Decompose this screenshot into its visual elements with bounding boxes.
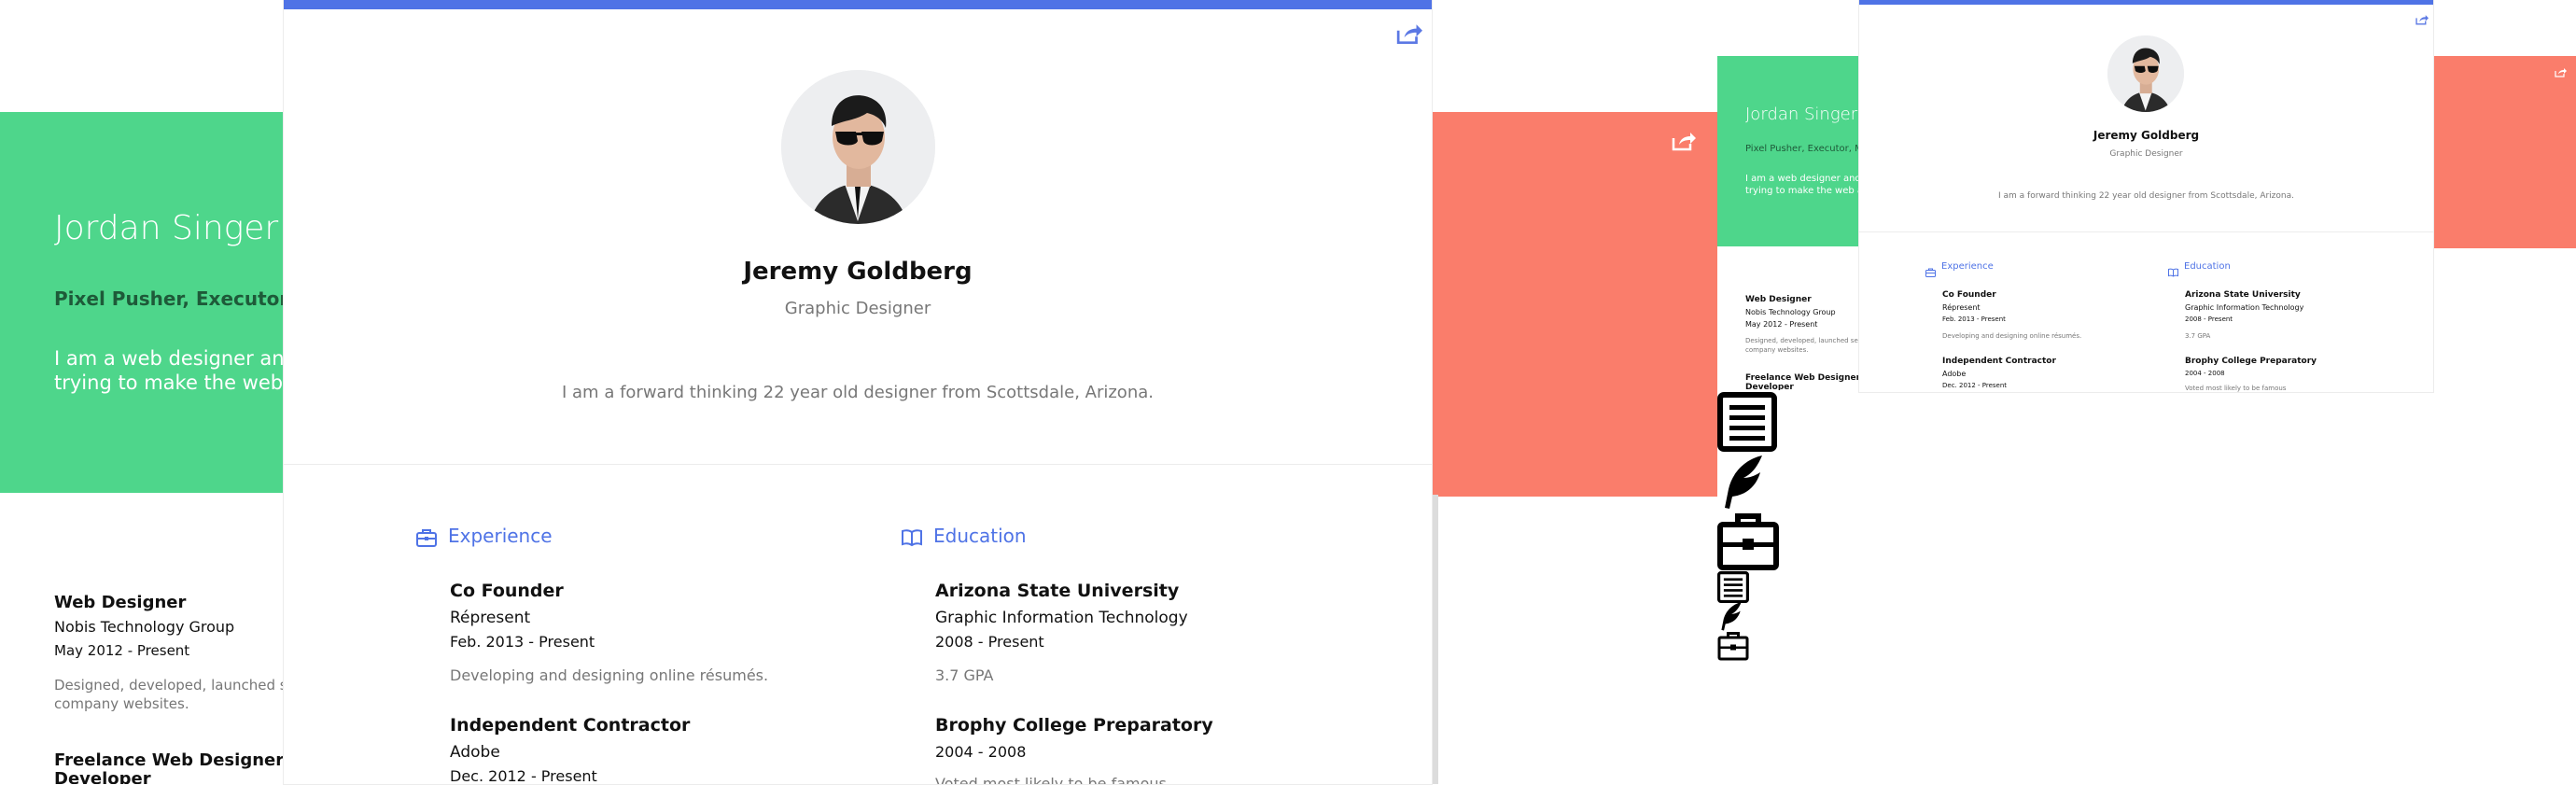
document-icon xyxy=(1717,392,1777,456)
left-job-title: Web Designer xyxy=(54,593,187,612)
book-icon xyxy=(902,528,922,551)
mini-profile-role: Graphic Designer xyxy=(2109,149,2183,159)
exp-item2-org: Adobe xyxy=(450,743,500,762)
exp-item-org: Répresent xyxy=(450,609,531,627)
edu-item-org: Graphic Information Technology xyxy=(935,609,1188,627)
mini-exp2-title: Independent Contractor xyxy=(1942,357,2056,366)
edu-item2-dates: 2004 - 2008 xyxy=(935,743,1027,761)
left-profile-name: Jordan Singer xyxy=(54,209,279,247)
left-profile-subtitle: Pixel Pusher, Executor, M xyxy=(54,287,318,310)
mini-exp2-dates: Dec. 2012 - Present xyxy=(1942,382,2008,389)
left-experience-list: Web Designer Nobis Technology Group May … xyxy=(54,590,285,784)
edu-item-dates: 2008 - Present xyxy=(935,633,1044,651)
mini-card-accent-bar xyxy=(1859,0,2433,5)
mini-edu-dates: 2008 - Present xyxy=(2185,315,2233,323)
book-icon xyxy=(2168,263,2178,281)
mini-job-desc-line1: Designed, developed, launched seve xyxy=(1745,337,1859,344)
mini-divider xyxy=(1859,231,2433,232)
edu-item-title: Arizona State University xyxy=(935,581,1180,601)
left-job-desc-line2: company websites. xyxy=(54,695,189,712)
left-job-desc-line1: Designed, developed, launched seve xyxy=(54,677,285,694)
mini-left-experience: Web Designer Nobis Technology Group May … xyxy=(1745,293,1859,390)
mini-job2-title-line1: Freelance Web Designer and xyxy=(1745,373,1859,383)
profile-role: Graphic Designer xyxy=(784,299,931,318)
briefcase-icon xyxy=(1925,263,1936,281)
profile-bio: I am a forward thinking 22 year old desi… xyxy=(562,383,1154,402)
mini-edu2-dates: 2004 - 2008 xyxy=(2185,370,2225,377)
avatar xyxy=(2107,35,2184,112)
mini-coral-panel xyxy=(2433,56,2576,248)
mini-experience-heading: Experience xyxy=(1941,261,1994,272)
left-job-company: Nobis Technology Group xyxy=(54,618,235,636)
mini-edu-title: Arizona State University xyxy=(2185,290,2301,300)
share-icon[interactable] xyxy=(2555,63,2567,81)
exp-item-dates: Feb. 2013 - Present xyxy=(450,633,595,651)
mini-left-bio-line2: trying to make the web a b xyxy=(1745,186,1872,196)
mini-profile-name: Jeremy Goldberg xyxy=(2093,129,2200,142)
quill-icon xyxy=(1717,601,1743,635)
exp-item2-dates: Dec. 2012 - Present xyxy=(450,767,597,785)
education-section: Education Arizona State University Graph… xyxy=(902,523,1294,784)
share-icon[interactable] xyxy=(2415,11,2429,29)
mini-job2-title-line2: Developer xyxy=(1745,383,1794,390)
mini-edu2-title: Brophy College Preparatory xyxy=(2185,357,2317,366)
mini-profile-bio: I am a forward thinking 22 year old desi… xyxy=(1998,191,2294,201)
quill-icon xyxy=(1717,454,1766,513)
mini-education-heading: Education xyxy=(2184,261,2231,272)
profile-name: Jeremy Goldberg xyxy=(743,258,973,286)
card-top-accent-bar xyxy=(284,0,1432,9)
mini-job-company: Nobis Technology Group xyxy=(1745,308,1836,316)
share-icon[interactable] xyxy=(1672,131,1696,156)
mini-education-section: Education Arizona State University Graph… xyxy=(2168,261,2364,392)
mini-resume-card: Jeremy Goldberg Graphic Designer I am a … xyxy=(1859,0,2433,392)
mini-job-desc-line2: company websites. xyxy=(1745,346,1809,354)
avatar xyxy=(781,70,935,224)
mini-experience-section: Experience Co Founder Répresent Feb. 201… xyxy=(1925,261,2121,392)
mini-edu2-desc: Voted most likely to be famous xyxy=(2185,385,2287,392)
mini-exp-title: Co Founder xyxy=(1942,290,1996,300)
exp-item2-title: Independent Contractor xyxy=(450,715,691,736)
briefcase-icon xyxy=(416,528,437,551)
mini-job-dates: May 2012 - Present xyxy=(1745,320,1818,329)
mini-left-subtitle: Pixel Pusher, Executor, M xyxy=(1745,144,1863,154)
experience-section: Experience Co Founder Répresent Feb. 201… xyxy=(416,523,808,785)
mini-exp-dates: Feb. 2013 - Present xyxy=(1942,315,2006,323)
main-resume-card: Jeremy Goldberg Graphic Designer I am a … xyxy=(284,0,1432,785)
divider xyxy=(284,464,1432,465)
coral-header-panel xyxy=(1433,112,1717,497)
education-heading: Education xyxy=(933,525,1027,547)
exp-item-desc: Developing and designing online résumés. xyxy=(450,666,769,684)
left-job2-title-line1: Freelance Web Designer and xyxy=(54,750,285,770)
mini-exp2-org: Adobe xyxy=(1942,370,1967,378)
briefcase-icon xyxy=(1717,512,1779,575)
mini-exp-desc: Developing and designing online résumés. xyxy=(1942,332,2082,340)
left-job-dates: May 2012 - Present xyxy=(54,642,190,659)
mini-left-bio-line1: I am a web designer and de xyxy=(1745,174,1876,184)
mini-left-name: Jordan Singer xyxy=(1745,105,1858,124)
edu-item2-title: Brophy College Preparatory xyxy=(935,715,1213,736)
edu-item2-desc: Voted most likely to be famous xyxy=(935,775,1167,784)
mini-edu-desc: 3.7 GPA xyxy=(2185,332,2211,340)
edu-item-desc: 3.7 GPA xyxy=(935,666,994,684)
briefcase-icon xyxy=(1717,631,1749,665)
mini-exp-org: Répresent xyxy=(1942,303,1981,312)
mini-left-profile-header: Jordan Singer Pixel Pusher, Executor, M … xyxy=(1717,56,1875,246)
exp-item-title: Co Founder xyxy=(450,581,564,601)
left-job2-title-line2: Developer xyxy=(54,769,151,784)
experience-heading: Experience xyxy=(448,525,553,547)
left-profile-bio-line2: trying to make the web a b xyxy=(54,371,320,394)
left-profile-header: Jordan Singer Pixel Pusher, Executor, M … xyxy=(0,112,328,493)
mini-edu-org: Graphic Information Technology xyxy=(2185,303,2304,312)
share-icon[interactable] xyxy=(1396,22,1422,49)
mini-job-title: Web Designer xyxy=(1745,295,1812,304)
